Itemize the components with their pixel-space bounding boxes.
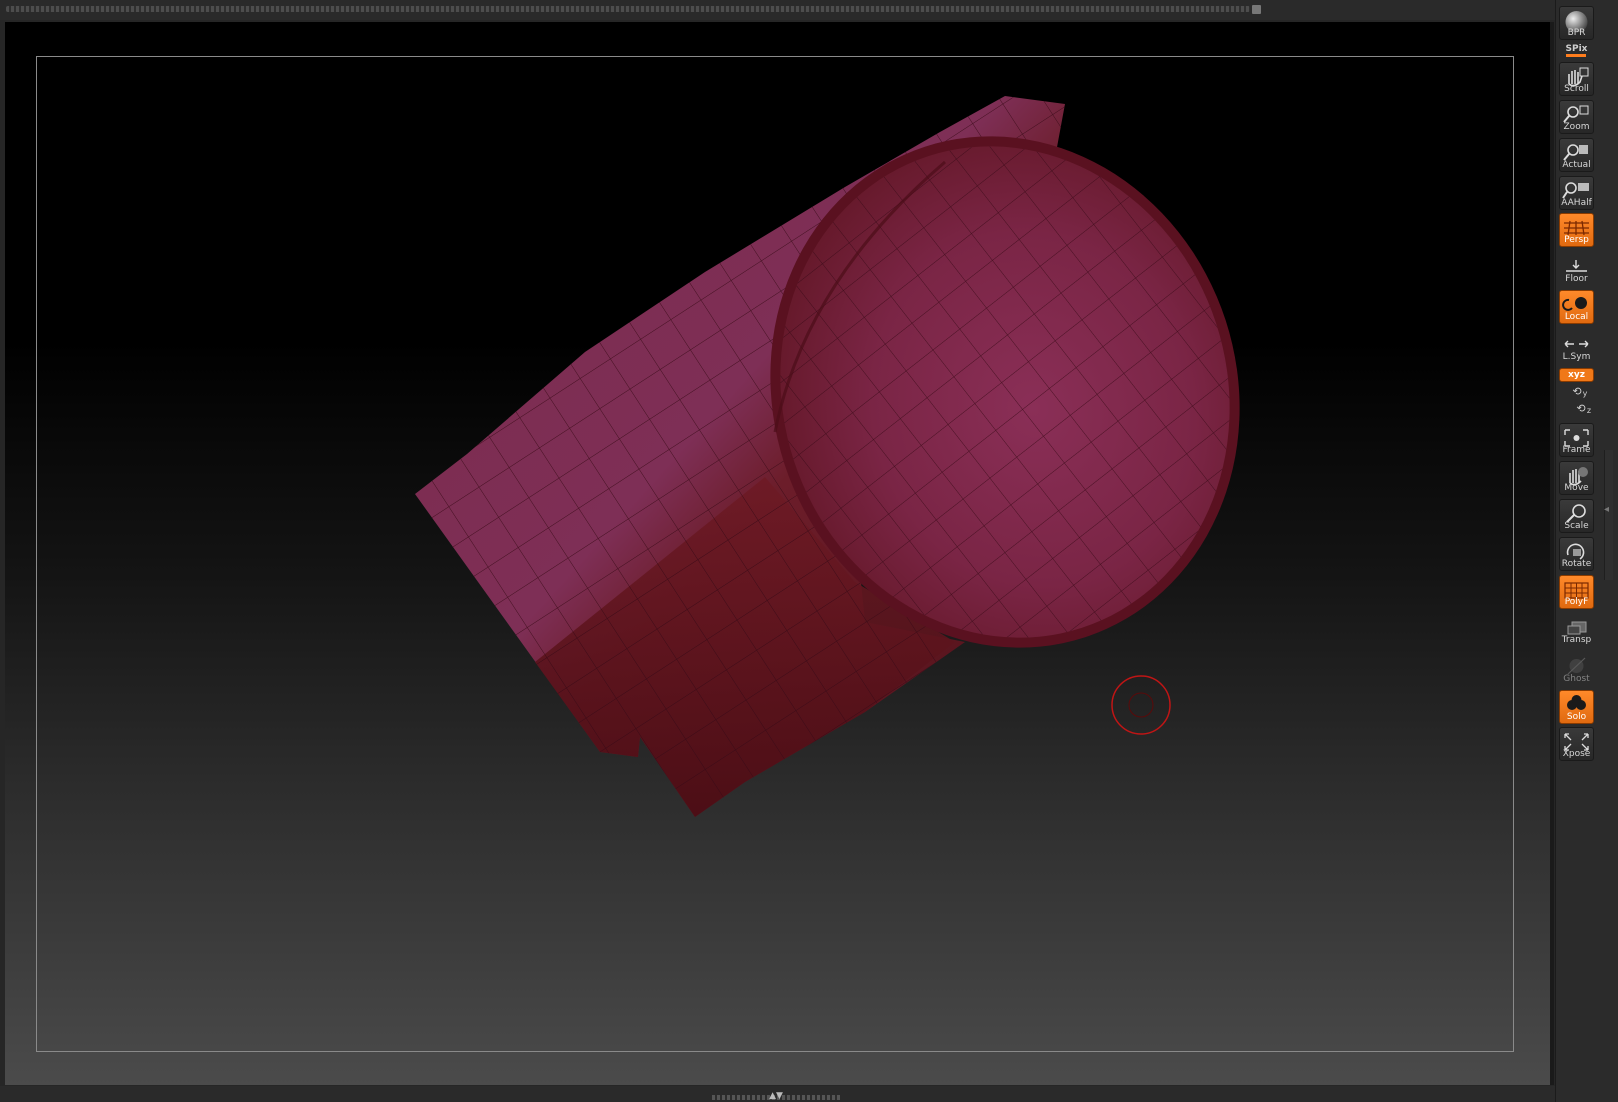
move-label: Move: [1564, 483, 1589, 493]
scroll-label: Scroll: [1564, 84, 1589, 94]
spix-slider[interactable]: [1566, 54, 1586, 57]
move-button[interactable]: Move: [1559, 461, 1594, 495]
frame-label: Frame: [1562, 445, 1591, 455]
scroll-button[interactable]: Scroll: [1559, 62, 1594, 96]
z-axis-label: z: [1586, 406, 1592, 415]
floor-button[interactable]: Floor: [1559, 252, 1594, 286]
aahalf-label: AAHalf: [1561, 198, 1592, 208]
document-canvas[interactable]: [5, 22, 1550, 1085]
collapse-arrow-icon[interactable]: ◂: [1604, 503, 1614, 517]
rotate-button[interactable]: Rotate: [1559, 537, 1594, 571]
transp-button[interactable]: Transp: [1559, 613, 1594, 647]
polyf-button[interactable]: PolyF: [1559, 575, 1594, 609]
solo-label: Solo: [1566, 712, 1587, 722]
bpr-label: BPR: [1567, 28, 1586, 38]
local-label: Local: [1564, 312, 1589, 322]
rotate-label: Rotate: [1561, 559, 1592, 569]
xyz-symmetry-button[interactable]: xyz: [1559, 368, 1594, 382]
bottom-strip: ▲▼: [0, 1086, 1555, 1102]
top-scrubber-track[interactable]: [6, 6, 1250, 12]
local-button[interactable]: Local: [1559, 290, 1594, 324]
lsym-button[interactable]: L.Sym: [1559, 330, 1594, 364]
zoom-label: Zoom: [1563, 122, 1590, 132]
solo-button[interactable]: Solo: [1559, 690, 1594, 724]
frame-button[interactable]: Frame: [1559, 423, 1594, 457]
persp-button[interactable]: Persp: [1559, 213, 1594, 247]
spix-label[interactable]: SPix: [1559, 44, 1594, 54]
y-axis-label: y: [1582, 389, 1588, 398]
xpose-label: Xpose: [1562, 749, 1591, 759]
top-scrubber-handle[interactable]: [1252, 5, 1261, 14]
transp-label: Transp: [1561, 635, 1592, 645]
persp-label: Persp: [1564, 235, 1589, 245]
document-bounds-frame: [36, 56, 1514, 1052]
floor-label: Floor: [1565, 274, 1588, 284]
xpose-button[interactable]: Xpose: [1559, 727, 1594, 761]
expand-tray-icon[interactable]: ▲▼: [762, 1091, 790, 1101]
scale-label: Scale: [1564, 521, 1589, 531]
actual-label: Actual: [1562, 160, 1591, 170]
ghost-button[interactable]: Ghost: [1559, 652, 1594, 686]
polyf-label: PolyF: [1564, 597, 1589, 607]
lsym-label: L.Sym: [1562, 352, 1591, 362]
top-timeline-strip: [0, 0, 1555, 20]
brush-cursor-icon: [1111, 675, 1171, 735]
zoom-button[interactable]: Zoom: [1559, 100, 1594, 134]
aahalf-button[interactable]: AAHalf: [1559, 176, 1594, 210]
ghost-label: Ghost: [1563, 674, 1590, 684]
canvas-right-edge: [1550, 22, 1554, 1085]
actual-button[interactable]: Actual: [1559, 138, 1594, 172]
bpr-button[interactable]: BPR: [1559, 6, 1594, 40]
scale-button[interactable]: Scale: [1559, 499, 1594, 533]
